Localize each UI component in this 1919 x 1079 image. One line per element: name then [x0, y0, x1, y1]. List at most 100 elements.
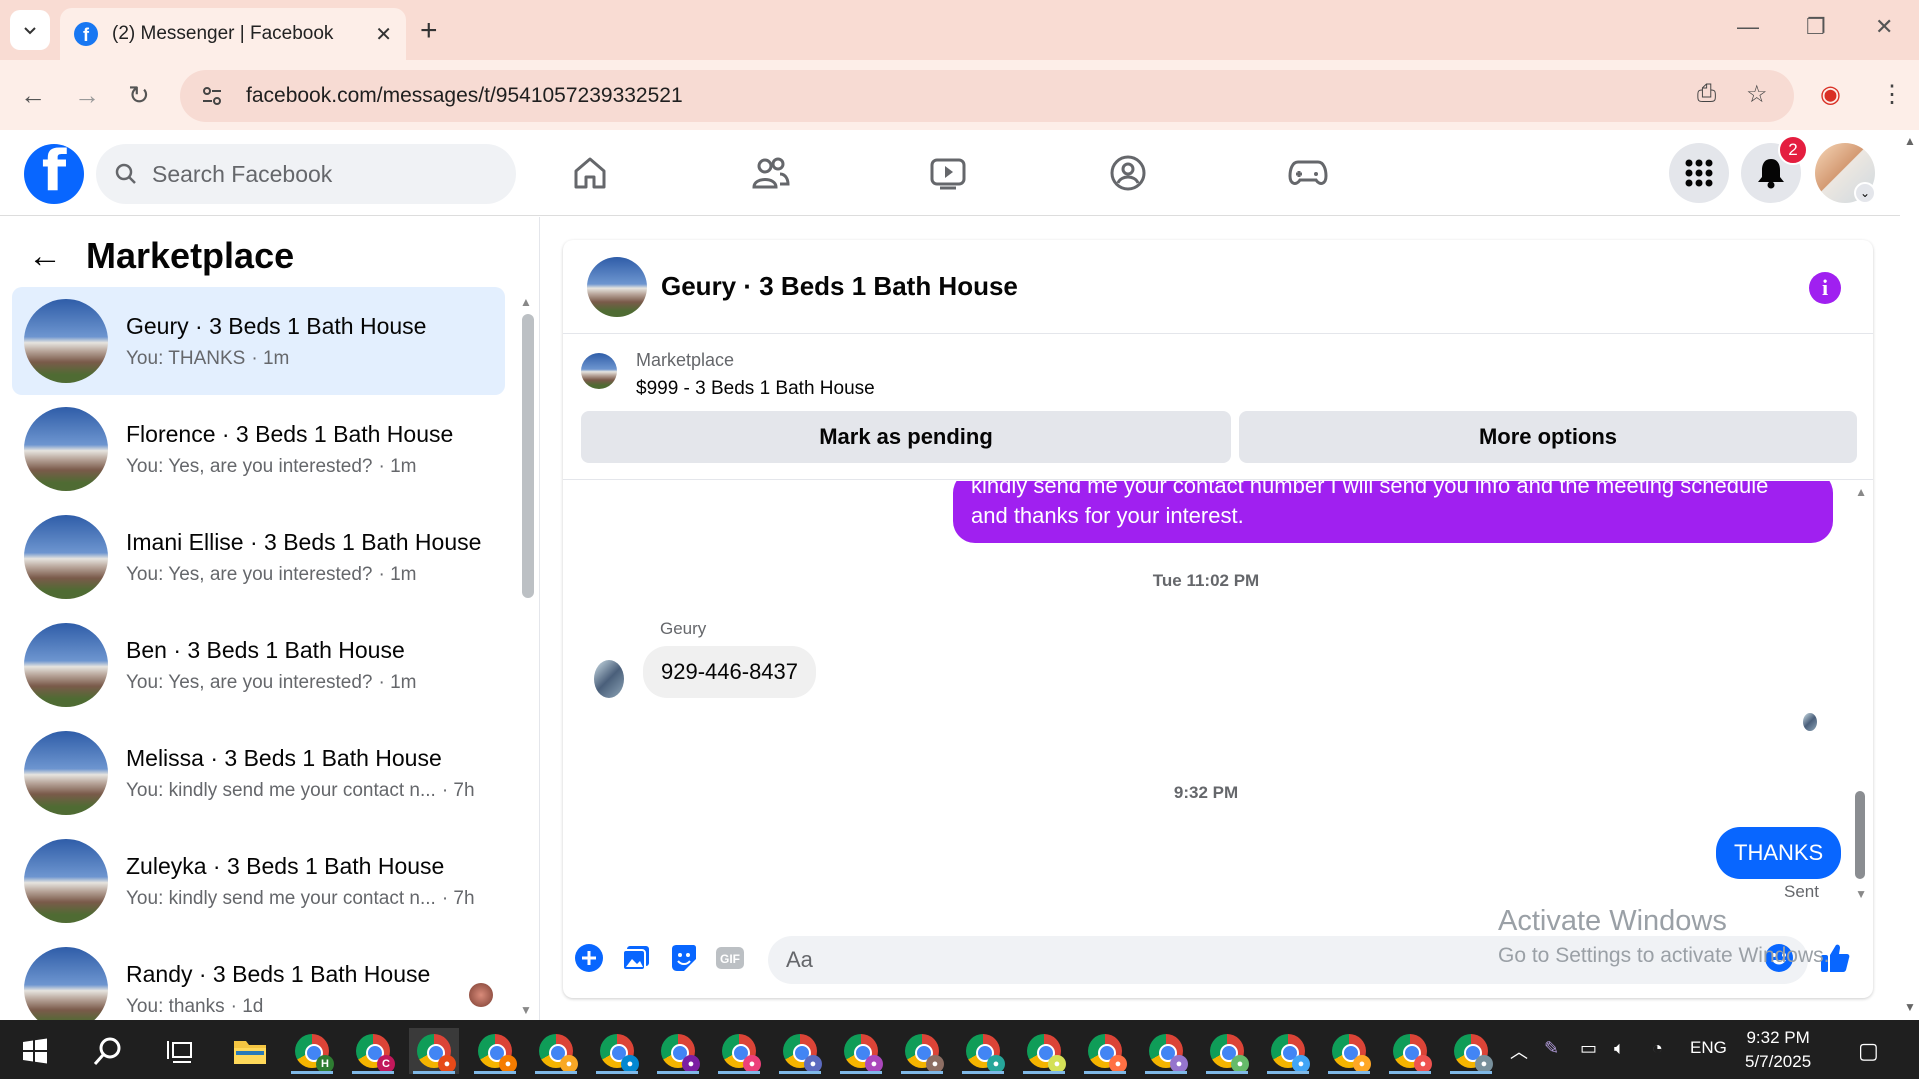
video-nav[interactable] [918, 150, 978, 196]
chat-avatar[interactable] [587, 256, 647, 317]
chrome-taskbar-app[interactable]: ● [897, 1028, 947, 1074]
chrome-taskbar-app[interactable]: ● [592, 1028, 642, 1074]
menu-kebab-icon[interactable]: ⋮ [1880, 80, 1904, 109]
notification-center-icon[interactable]: ▢ [1858, 1038, 1879, 1064]
info-icon[interactable]: i [1809, 272, 1841, 304]
pen-icon[interactable]: ✎ [1544, 1038, 1559, 1059]
groups-nav[interactable] [1098, 150, 1158, 196]
scroll-down-arrow-icon[interactable]: ▼ [520, 1003, 532, 1017]
outgoing-message[interactable]: kindly send me your contact number I wil… [953, 481, 1833, 543]
conversation-item[interactable]: Ben · 3 Beds 1 Bath House You: Yes, are … [12, 611, 505, 719]
chat-title[interactable]: Geury · 3 Beds 1 Bath House [661, 271, 1018, 302]
chrome-taskbar-app[interactable]: ● [1019, 1028, 1069, 1074]
chrome-taskbar-app[interactable]: ● [1446, 1028, 1496, 1074]
gif-button[interactable]: GIF [714, 942, 746, 974]
friends-nav[interactable] [740, 150, 800, 196]
chrome-taskbar-app[interactable]: ● [531, 1028, 581, 1074]
scroll-up-arrow-icon[interactable]: ▲ [1855, 485, 1867, 499]
chrome-taskbar-app[interactable]: ● [775, 1028, 825, 1074]
chrome-icon: ● [1332, 1034, 1371, 1073]
conversation-item[interactable]: Randy · 3 Beds 1 Bath House You: thanks ·… [12, 935, 505, 1020]
back-icon[interactable]: ← [20, 80, 46, 111]
close-tab-icon[interactable]: ✕ [375, 22, 392, 47]
search-bar[interactable]: Search Facebook [96, 144, 516, 204]
add-more-button[interactable] [573, 942, 605, 974]
conversation-item[interactable]: Florence · 3 Beds 1 Bath House You: Yes,… [12, 395, 505, 503]
minimize-button[interactable]: — [1737, 14, 1759, 40]
start-button[interactable] [10, 1028, 60, 1074]
scroll-up-arrow-icon[interactable]: ▲ [520, 295, 532, 309]
chrome-taskbar-app[interactable]: ● [1385, 1028, 1435, 1074]
more-options-button[interactable]: More options [1239, 411, 1857, 463]
scrollbar-thumb[interactable] [522, 314, 534, 598]
clock[interactable]: 9:32 PM 5/7/2025 [1745, 1026, 1811, 1074]
language-indicator[interactable]: ENG [1690, 1038, 1727, 1058]
chrome-taskbar-app[interactable]: ● [1141, 1028, 1191, 1074]
page-scroll-up-icon[interactable]: ▲ [1904, 134, 1916, 148]
message-thread: kindly send me your contact number I wil… [563, 481, 1873, 911]
forward-icon[interactable]: → [74, 80, 100, 111]
browser-tab[interactable]: f (2) Messenger | Facebook ✕ [60, 8, 406, 60]
show-hidden-icons-chevron-icon[interactable]: ︿ [1510, 1038, 1528, 1064]
chrome-taskbar-app[interactable]: ● [1263, 1028, 1313, 1074]
reload-icon[interactable]: ↻ [128, 80, 150, 111]
chrome-icon: ● [783, 1034, 822, 1073]
gaming-nav[interactable] [1278, 150, 1338, 196]
mark-as-pending-button[interactable]: Mark as pending [581, 411, 1231, 463]
scrollbar-thumb[interactable] [1855, 791, 1865, 879]
marketplace-listing-card: Marketplace $999 - 3 Beds 1 Bath House M… [563, 335, 1873, 480]
conversation-time: · 1m [251, 347, 290, 369]
chrome-taskbar-app[interactable]: ● [836, 1028, 886, 1074]
restore-button[interactable]: ❐ [1806, 14, 1826, 40]
task-view-button[interactable] [155, 1028, 205, 1074]
facebook-logo[interactable]: f [24, 144, 84, 204]
tab-search-button[interactable] [10, 10, 50, 50]
chrome-taskbar-app[interactable]: ● [1080, 1028, 1130, 1074]
facebook-favicon-icon: f [74, 22, 98, 46]
chevron-down-icon[interactable]: ⌄ [1854, 182, 1876, 204]
chrome-taskbar-app[interactable]: ● [1324, 1028, 1374, 1074]
install-app-icon[interactable]: ⎙ [1697, 80, 1716, 108]
chrome-taskbar-app[interactable]: C [348, 1028, 398, 1074]
chrome-taskbar-app[interactable]: ● [409, 1028, 459, 1074]
profile-icon[interactable]: ◉ [1820, 80, 1841, 109]
scroll-down-arrow-icon[interactable]: ▼ [1855, 887, 1867, 901]
sender-name: Geury [660, 619, 707, 638]
wifi-icon[interactable]: ◔ [1652, 1038, 1663, 1059]
chrome-taskbar-app[interactable]: H [287, 1028, 337, 1074]
chrome-taskbar-app[interactable]: ● [470, 1028, 520, 1074]
battery-icon[interactable]: ▭ [1580, 1038, 1597, 1059]
search-taskbar-button[interactable] [83, 1028, 133, 1074]
timestamp: 9:32 PM [1173, 783, 1239, 802]
conversation-time: · 1m [378, 563, 417, 585]
sticker-button[interactable] [667, 942, 699, 974]
conversation-item[interactable]: Melissa · 3 Beds 1 Bath House You: kindl… [12, 719, 505, 827]
bell-icon [1758, 159, 1784, 189]
chrome-icon: H [295, 1034, 334, 1073]
url-bar[interactable]: facebook.com/messages/t/9541057239332521 [180, 70, 1794, 122]
bookmark-star-icon[interactable]: ☆ [1746, 80, 1768, 109]
chrome-taskbar-app[interactable]: ● [653, 1028, 703, 1074]
chrome-taskbar-app[interactable]: ● [958, 1028, 1008, 1074]
chat-panel: Geury · 3 Beds 1 Bath House i Marketplac… [563, 240, 1873, 998]
sender-avatar[interactable] [594, 660, 624, 698]
incoming-message[interactable]: 929-446-8437 [643, 646, 817, 698]
file-explorer-button[interactable] [225, 1028, 275, 1074]
listing-price-title[interactable]: $999 - 3 Beds 1 Bath House [636, 378, 875, 400]
sent-message[interactable]: THANKS [1716, 827, 1842, 879]
conversation-item[interactable]: Zuleyka · 3 Beds 1 Bath House You: kindl… [12, 827, 505, 935]
new-tab-button[interactable]: + [420, 14, 438, 48]
site-info-icon[interactable] [200, 84, 224, 108]
home-nav[interactable] [560, 150, 620, 196]
conversation-item[interactable]: Geury · 3 Beds 1 Bath House You: THANKS ·… [12, 287, 505, 395]
chrome-taskbar-app[interactable]: ● [714, 1028, 764, 1074]
back-arrow-icon[interactable]: ← [28, 237, 62, 276]
attach-photo-button[interactable] [620, 942, 652, 974]
menu-button[interactable] [1669, 143, 1729, 203]
conversation-item[interactable]: Imani Ellise · 3 Beds 1 Bath House You: … [12, 503, 505, 611]
chrome-taskbar-app[interactable]: ● [1202, 1028, 1252, 1074]
listing-thumbnail[interactable] [581, 353, 617, 389]
page-scroll-down-icon[interactable]: ▼ [1904, 1000, 1916, 1014]
close-window-button[interactable]: ✕ [1875, 14, 1893, 40]
volume-icon[interactable]: 🔈︎ [1614, 1038, 1625, 1059]
